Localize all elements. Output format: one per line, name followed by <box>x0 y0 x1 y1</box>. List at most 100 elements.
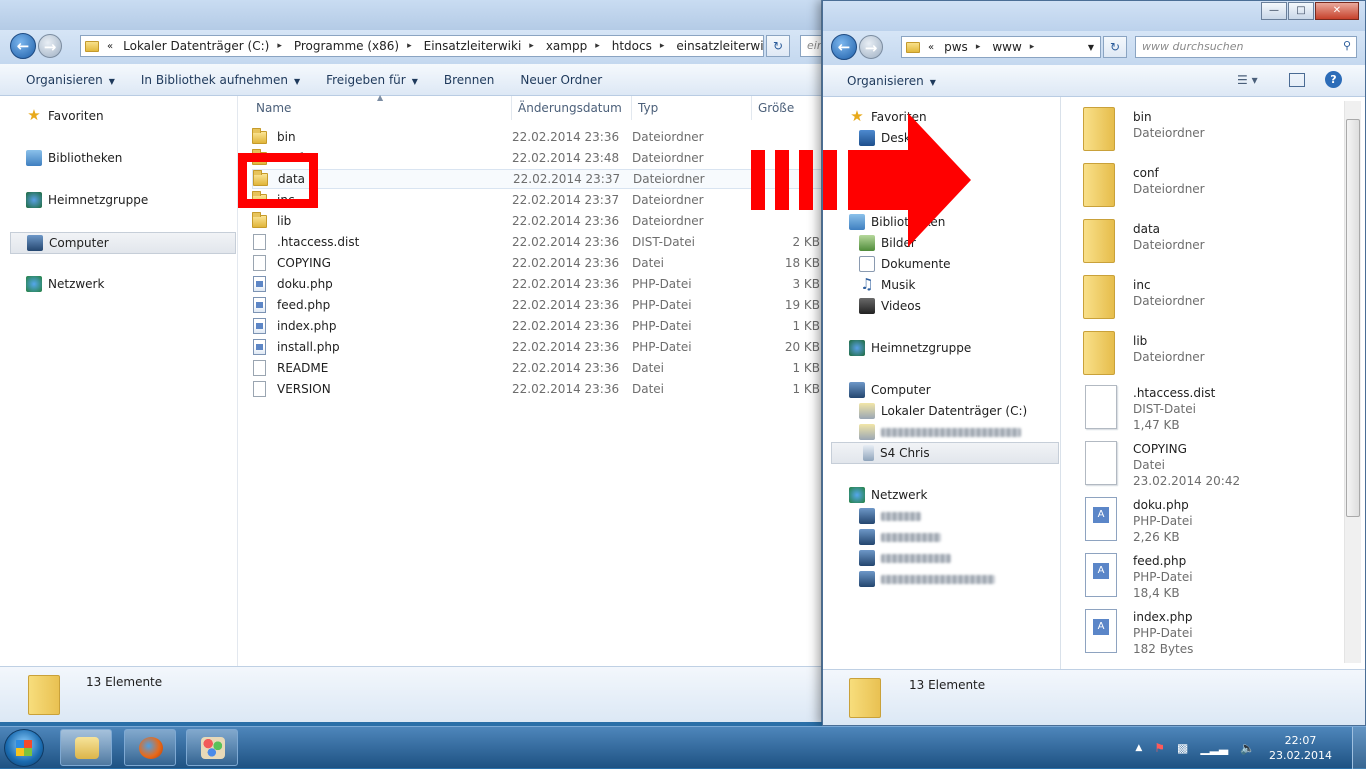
nav-videos[interactable]: Videos <box>859 298 921 314</box>
file-type: Datei <box>632 361 665 375</box>
breadcrumb-item[interactable]: einsatzleiterwiki <box>670 39 763 53</box>
forward-button[interactable]: → <box>38 34 62 58</box>
file-row[interactable]: doku.php 22.02.2014 23:36 PHP-Datei 3 KB <box>252 274 821 294</box>
taskbar-firefox[interactable] <box>124 729 176 766</box>
command-bar: Organisieren In Bibliothek aufnehmen Fre… <box>0 64 821 96</box>
nav-computer[interactable]: Computer <box>849 382 931 398</box>
nav-music[interactable]: ♫ Musik <box>859 275 915 293</box>
nav-local-disk[interactable]: Lokaler Datenträger (C:) <box>859 403 1027 419</box>
tile-type: Dateiordner <box>1133 350 1205 364</box>
breadcrumb-item[interactable]: xampp <box>540 39 606 53</box>
file-row[interactable]: VERSION 22.02.2014 23:36 Datei 1 KB <box>252 379 821 399</box>
back-button[interactable]: ← <box>10 33 36 59</box>
file-row[interactable]: data 22.02.2014 23:37 Dateiordner <box>252 169 821 189</box>
address-bar[interactable]: « pws www ▼ <box>901 36 1101 58</box>
file-tile[interactable]: inc Dateiordner <box>1073 273 1205 319</box>
minimize-button[interactable]: — <box>1261 2 1287 20</box>
device-icon[interactable]: ▩ <box>1177 741 1188 755</box>
nav-computer[interactable]: Computer <box>10 232 236 254</box>
file-row[interactable]: README 22.02.2014 23:36 Datei 1 KB <box>252 358 821 378</box>
file-row[interactable]: install.php 22.02.2014 23:36 PHP-Datei 20 K… <box>252 337 821 357</box>
file-tile[interactable]: feed.php PHP-Datei 18,4 KB <box>1073 553 1193 601</box>
file-row[interactable]: bin 22.02.2014 23:36 Dateiordner <box>252 127 821 147</box>
file-tile[interactable]: doku.php PHP-Datei 2,26 KB <box>1073 497 1193 545</box>
new-folder-button[interactable]: Neuer Ordner <box>507 73 615 87</box>
file-row[interactable]: feed.php 22.02.2014 23:36 PHP-Datei 19 KB <box>252 295 821 315</box>
overflow-chevron-icon[interactable]: « <box>924 42 938 53</box>
file-row[interactable]: inc 22.02.2014 23:37 Dateiordner <box>252 190 821 210</box>
view-options-icon[interactable]: ☰ ▾ <box>1237 73 1258 87</box>
breadcrumb-item[interactable]: www <box>986 40 1040 54</box>
file-tile[interactable]: COPYING Datei 23.02.2014 20:42 <box>1073 441 1240 489</box>
file-row[interactable]: conf 22.02.2014 23:48 Dateiordner <box>252 148 821 168</box>
breadcrumb-item[interactable]: Programme (x86) <box>288 39 418 53</box>
file-tile[interactable]: bin Dateiordner <box>1073 105 1205 151</box>
preview-pane-icon[interactable] <box>1289 73 1305 87</box>
share-with-button[interactable]: Freigeben für <box>313 73 431 87</box>
music-icon: ♫ <box>860 275 874 293</box>
taskbar-explorer[interactable] <box>60 729 112 766</box>
breadcrumb-item[interactable]: Lokaler Datenträger (C:) <box>117 39 288 53</box>
signal-icon[interactable]: ▁▂▃ <box>1200 741 1228 755</box>
organize-button[interactable]: Organisieren <box>0 73 128 87</box>
nav-network-host-redacted[interactable] <box>859 508 921 524</box>
scrollbar-thumb[interactable] <box>1346 119 1360 517</box>
add-to-library-button[interactable]: In Bibliothek aufnehmen <box>128 73 313 87</box>
breadcrumb-item[interactable]: Einsatzleiterwiki <box>418 39 540 53</box>
address-bar[interactable]: « Lokaler Datenträger (C:) Programme (x8… <box>80 35 764 57</box>
forward-button[interactable]: → <box>859 35 883 59</box>
nav-network-drive-redacted[interactable] <box>859 424 1021 440</box>
folder-icon <box>28 675 60 715</box>
refresh-icon[interactable]: ↻ <box>1103 36 1127 58</box>
breadcrumb-item[interactable]: pws <box>938 40 986 54</box>
start-button[interactable] <box>4 729 44 767</box>
overflow-chevron-icon[interactable]: « <box>103 41 117 52</box>
file-row[interactable]: lib 22.02.2014 23:36 Dateiordner <box>252 211 821 231</box>
nav-phone[interactable]: S4 Chris <box>831 442 1059 464</box>
close-button[interactable]: ✕ <box>1315 2 1359 20</box>
file-row[interactable]: COPYING 22.02.2014 23:36 Datei 18 KB <box>252 253 821 273</box>
php-file-icon <box>253 297 266 313</box>
nav-network-host-redacted[interactable] <box>859 571 995 587</box>
file-row[interactable]: index.php 22.02.2014 23:36 PHP-Datei 1 KB <box>252 316 821 336</box>
vertical-scrollbar[interactable] <box>1344 101 1361 663</box>
nav-network-host-redacted[interactable] <box>859 550 951 566</box>
nav-network[interactable]: Netzwerk <box>849 487 927 503</box>
show-desktop-button[interactable] <box>1352 727 1366 769</box>
nav-homegroup[interactable]: Heimnetzgruppe <box>26 192 148 208</box>
column-date[interactable]: Änderungsdatum <box>512 96 632 120</box>
column-type[interactable]: Typ <box>632 96 752 120</box>
file-tile[interactable]: lib Dateiordner <box>1073 329 1205 375</box>
nav-homegroup[interactable]: Heimnetzgruppe <box>849 340 971 356</box>
title-bar[interactable]: — □ ✕ <box>823 1 1365 31</box>
nav-network-host-redacted[interactable] <box>859 529 941 545</box>
action-center-icon[interactable]: ⚑ <box>1154 741 1165 755</box>
clock[interactable]: 22:07 23.02.2014 <box>1269 733 1332 763</box>
back-button[interactable]: ← <box>831 34 857 60</box>
help-icon[interactable]: ? <box>1325 71 1342 88</box>
tile-type: DIST-Datei <box>1133 402 1196 416</box>
chevron-down-icon[interactable]: ▼ <box>1088 43 1100 52</box>
search-input[interactable]: www durchsuchen ⚲ <box>1135 36 1357 58</box>
refresh-icon[interactable]: ↻ <box>766 35 790 57</box>
nav-documents[interactable]: Dokumente <box>859 256 951 272</box>
title-bar[interactable] <box>0 0 821 30</box>
show-hidden-icons-icon[interactable]: ▲ <box>1135 743 1142 753</box>
file-row[interactable]: .htaccess.dist 22.02.2014 23:36 DIST-Datei… <box>252 232 821 252</box>
organize-button[interactable]: Organisieren <box>823 74 949 88</box>
nav-favorites[interactable]: ★ Favoriten <box>26 108 103 124</box>
taskbar-paint[interactable] <box>186 729 238 766</box>
file-tile[interactable]: conf Dateiordner <box>1073 161 1205 207</box>
volume-icon[interactable]: 🔈 <box>1240 741 1255 755</box>
search-icon[interactable]: ⚲ <box>1343 39 1351 52</box>
file-tile[interactable]: data Dateiordner <box>1073 217 1205 263</box>
search-input[interactable]: ein <box>800 35 821 57</box>
breadcrumb-item[interactable]: htdocs <box>606 39 671 53</box>
maximize-button[interactable]: □ <box>1288 2 1314 20</box>
nav-libraries[interactable]: Bibliotheken <box>26 150 122 166</box>
file-tile[interactable]: .htaccess.dist DIST-Datei 1,47 KB <box>1073 385 1215 433</box>
network-icon <box>849 487 865 503</box>
nav-network[interactable]: Netzwerk <box>26 276 104 292</box>
file-tile[interactable]: index.php PHP-Datei 182 Bytes <box>1073 609 1193 657</box>
burn-button[interactable]: Brennen <box>431 73 507 87</box>
